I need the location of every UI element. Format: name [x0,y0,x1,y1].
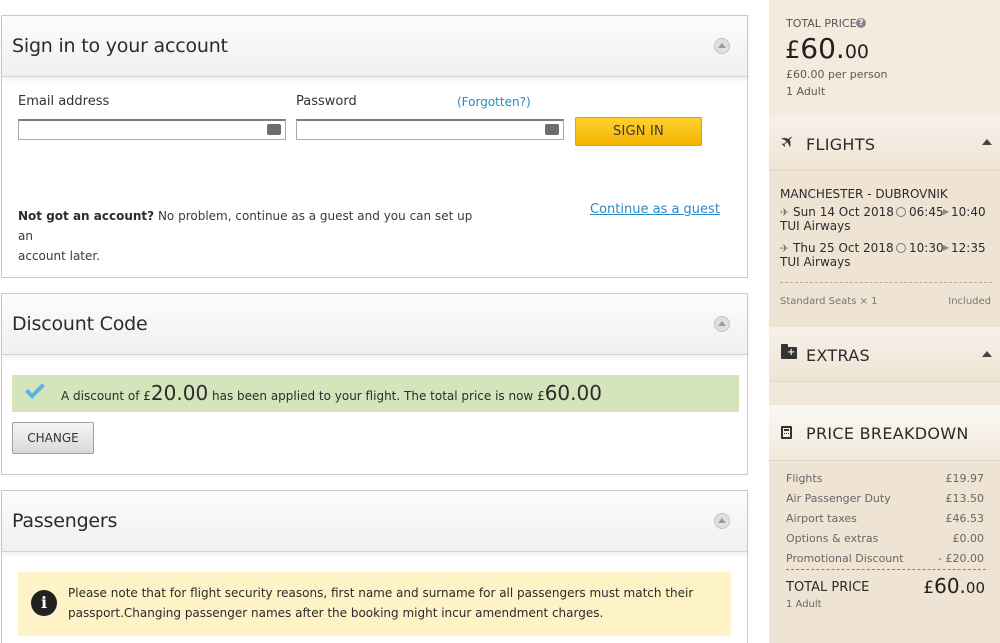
info-icon: i [31,590,57,616]
email-field[interactable] [18,118,286,140]
price-breakdown-header[interactable]: PRICE BREAKDOWN [769,405,1000,461]
discount-success-bar: A discount of £20.00 has been applied to… [12,375,739,412]
adult-count: 1 Adult [786,85,826,98]
continue-as-guest-link[interactable]: Continue as a guest [590,202,720,217]
extras-header[interactable]: + EXTRAS [769,327,1000,382]
breakdown-row: Promotional Discount - £20.00 [786,552,984,565]
passengers-header[interactable]: Passengers [2,491,747,552]
seats-label: Standard Seats × 1 [780,296,878,307]
plane-icon: ✈ [780,242,790,255]
password-field[interactable] [296,118,564,140]
breakdown-row: Options & extras £0.00 [786,532,984,545]
divider [786,569,986,570]
booking-summary-sidebar: TOTAL PRICE ? £60.00 £60.00 per person 1… [769,0,1000,643]
discount-panel: Discount Code A discount of £20.00 has b… [1,293,748,475]
total-price-value: £60.00 [785,32,869,65]
breakdown-total-label: TOTAL PRICE [786,580,870,595]
breakdown-adult-count: 1 Adult [786,599,822,610]
breakdown-row: Flights £19.97 [786,472,984,485]
no-account-text: Not got an account? No problem, continue… [18,209,473,263]
chevron-up-icon[interactable] [982,351,992,357]
check-icon [25,379,45,399]
collapse-icon[interactable] [714,513,730,529]
forgotten-link[interactable]: (Forgotten?) [457,95,531,109]
divider [780,282,992,283]
breakdown-total-value: £60.00 [923,574,985,598]
total-price-label: TOTAL PRICE [786,17,857,30]
email-label: Email address [18,94,110,109]
price-breakdown-title: PRICE BREAKDOWN [806,424,969,443]
extras-title: EXTRAS [806,346,870,365]
password-manager-icon[interactable] [545,118,559,135]
breakdown-row: Air Passenger Duty £13.50 [786,492,984,505]
flights-title: FLIGHTS [806,135,876,154]
change-button[interactable]: CHANGE [12,422,94,454]
calculator-icon [781,426,792,439]
arrow-icon: ▶ [943,207,950,216]
signin-panel: Sign in to your account Email address Pa… [1,15,748,278]
password-label: Password [296,94,357,109]
collapse-icon[interactable] [714,316,730,332]
folder-plus-icon: + [781,344,797,359]
discount-title: Discount Code [12,313,148,335]
flight-leg: ✈ Sun 14 Oct 2018 06:45 ▶ 10:40 TUI Airw… [780,205,986,233]
signin-button[interactable]: SIGN IN [575,117,702,146]
signin-title: Sign in to your account [12,35,228,57]
discount-amount: 20.00 [150,381,209,405]
flights-details: MANCHESTER - DUBROVNIK ✈ Sun 14 Oct 2018… [769,172,1000,327]
notice-line-2: passport.Changing passenger names after … [68,606,604,620]
discount-header[interactable]: Discount Code [2,294,747,355]
passengers-panel: Passengers i Please note that for flight… [1,490,748,643]
question-icon[interactable]: ? [856,18,866,28]
flights-header[interactable]: ✈ FLIGHTS [769,115,1000,171]
notice-line-1: Please note that for flight security rea… [68,586,694,600]
clock-icon [896,207,906,217]
chevron-up-icon[interactable] [982,139,992,145]
passengers-title: Passengers [12,510,118,532]
no-account-bold: Not got an account? [18,209,155,223]
plane-icon: ✈ [780,206,790,219]
price-breakdown-details: Flights £19.97 Air Passenger Duty £13.50 A… [769,462,1000,643]
clock-icon [896,243,906,253]
discount-message: A discount of £20.00 has been applied to… [61,381,602,405]
flight-leg: ✈ Thu 25 Oct 2018 10:30 ▶ 12:35 TUI Airw… [780,241,986,269]
plane-icon: ✈ [776,129,801,155]
flight-route: MANCHESTER - DUBROVNIK [780,187,948,201]
seats-value: Included [948,296,991,307]
new-total: 60.00 [544,381,602,405]
password-manager-icon[interactable] [267,118,281,135]
collapse-icon[interactable] [714,38,730,54]
arrow-icon: ▶ [943,243,950,252]
total-price-summary: TOTAL PRICE ? £60.00 £60.00 per person 1… [769,0,1000,115]
passenger-notice: i Please note that for flight security r… [18,572,731,636]
per-person-price: £60.00 per person [786,68,888,81]
signin-header[interactable]: Sign in to your account [2,16,747,77]
breakdown-row: Airport taxes £46.53 [786,512,984,525]
